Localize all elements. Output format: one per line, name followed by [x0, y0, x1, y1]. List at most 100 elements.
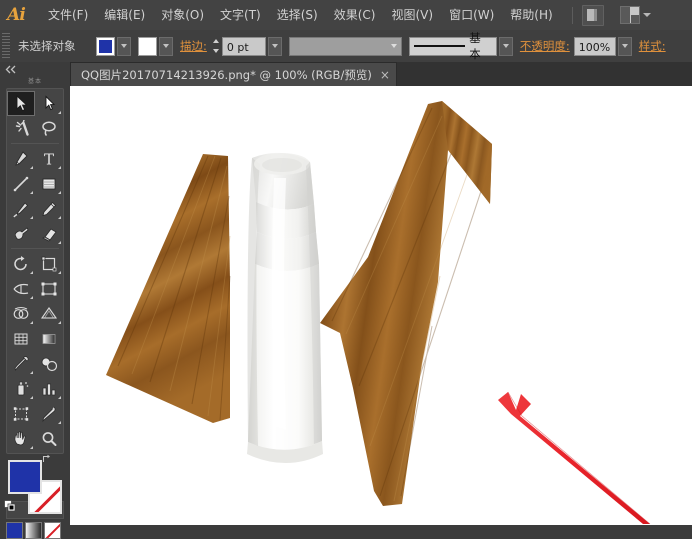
tool-symbol-sprayer[interactable] — [7, 376, 35, 401]
fill-swatch-color — [99, 39, 112, 53]
opacity-group[interactable]: 100% — [573, 36, 632, 56]
tool-magic-wand[interactable] — [7, 116, 35, 141]
tool-rotate[interactable] — [7, 251, 35, 276]
stroke-weight-label[interactable]: 描边: — [180, 38, 207, 54]
tool-gradient[interactable] — [35, 326, 63, 351]
control-bar-grip[interactable] — [2, 33, 10, 59]
tool-paintbrush[interactable] — [7, 196, 35, 221]
brush-definition-group[interactable]: 基本 — [408, 31, 513, 61]
tool-group-indicator-icon — [58, 321, 61, 324]
tool-mesh[interactable] — [7, 326, 35, 351]
menu-view[interactable]: 视图(V) — [383, 0, 441, 30]
fill-swatch-group[interactable] — [96, 36, 131, 56]
red-annotation-arrow — [498, 391, 651, 525]
tool-rectangle[interactable] — [35, 171, 63, 196]
stroke-swatch[interactable] — [138, 36, 157, 56]
stroke-weight-stepper[interactable] — [212, 37, 221, 56]
variable-width-profile-dropdown[interactable] — [288, 36, 402, 56]
zoom-magnifier-icon — [42, 431, 57, 446]
lasso-icon — [42, 120, 56, 136]
menu-type[interactable]: 文字(T) — [212, 0, 269, 30]
eraser-icon — [42, 227, 57, 241]
opacity-label[interactable]: 不透明度: — [520, 38, 570, 54]
tool-direct-selection[interactable] — [35, 91, 63, 116]
tool-blob-brush[interactable] — [7, 221, 35, 246]
blob-brush-icon — [14, 226, 29, 240]
workspace-switcher-icon[interactable] — [619, 6, 651, 24]
close-icon[interactable]: × — [380, 69, 390, 81]
tool-group-indicator-icon — [58, 216, 61, 219]
tool-group-indicator-icon — [58, 396, 61, 399]
tool-hand[interactable] — [7, 426, 35, 451]
wood-shape-right — [320, 101, 492, 506]
menu-help[interactable]: 帮助(H) — [502, 0, 560, 30]
stroke-weight-input[interactable]: 0 pt — [221, 36, 266, 56]
tool-line-segment[interactable] — [7, 171, 35, 196]
tool-divider — [11, 143, 59, 144]
default-fill-stroke-icon[interactable] — [4, 500, 16, 512]
tool-group-indicator-icon — [30, 166, 33, 169]
menu-edit[interactable]: 编辑(E) — [96, 0, 153, 30]
tool-row — [7, 401, 63, 426]
tool-eyedropper[interactable] — [7, 351, 35, 376]
tool-row — [7, 221, 63, 246]
tool-row: T — [7, 146, 63, 171]
tool-selection[interactable] — [7, 91, 35, 116]
tool-width[interactable] — [7, 276, 35, 301]
menu-object[interactable]: 对象(O) — [153, 0, 212, 30]
tool-artboard[interactable] — [7, 401, 35, 426]
brush-stroke-preview-icon — [413, 45, 466, 47]
column-graph-icon — [42, 383, 56, 395]
tool-pencil[interactable] — [35, 196, 63, 221]
swap-fill-stroke-icon[interactable] — [42, 454, 53, 465]
stroke-swatch-group[interactable] — [138, 36, 173, 56]
menu-window[interactable]: 窗口(W) — [441, 0, 502, 30]
fill-swatch[interactable] — [96, 36, 115, 56]
tool-row — [7, 351, 63, 376]
tools-panel-title: 基本 — [27, 78, 42, 85]
tool-group-indicator-icon — [30, 191, 33, 194]
control-bar: 未选择对象 描边: 0 pt 基本 不透明度: 100% 样式: — [0, 30, 692, 63]
tool-free-transform[interactable] — [35, 276, 63, 301]
menu-file[interactable]: 文件(F) — [40, 0, 96, 30]
bridge-icon[interactable] — [581, 4, 604, 26]
tool-group-indicator-icon — [30, 216, 33, 219]
tool-slice[interactable] — [35, 401, 63, 426]
tool-group-indicator-icon — [30, 296, 33, 299]
tool-type[interactable]: T — [35, 146, 63, 171]
tool-group-indicator-icon — [58, 271, 61, 274]
tools-panel-collapse-button[interactable] — [0, 62, 70, 76]
tool-row — [7, 376, 63, 401]
tool-perspective-grid[interactable] — [35, 301, 63, 326]
menu-effect[interactable]: 效果(C) — [326, 0, 384, 30]
tool-row — [7, 91, 63, 116]
brush-definition-field[interactable]: 基本 — [408, 31, 497, 61]
tool-lasso[interactable] — [35, 116, 63, 141]
tool-pen[interactable] — [7, 146, 35, 171]
document-tab[interactable]: QQ图片20170714213926.png* @ 100% (RGB/预览) … — [70, 62, 397, 86]
tool-eraser[interactable] — [35, 221, 63, 246]
opacity-dropdown-button[interactable] — [617, 36, 632, 56]
style-label[interactable]: 样式: — [639, 38, 666, 54]
opacity-input[interactable]: 100% — [573, 36, 616, 56]
artwork-svg — [106, 101, 651, 525]
stroke-dropdown-button[interactable] — [159, 36, 173, 56]
stroke-weight-group[interactable]: 0 pt — [212, 36, 282, 56]
document-tab-title: QQ图片20170714213926.png* @ 100% (RGB/预览) — [81, 67, 372, 82]
menu-select[interactable]: 选择(S) — [269, 0, 326, 30]
tool-zoom[interactable] — [35, 426, 63, 451]
fill-dropdown-button[interactable] — [117, 36, 131, 56]
chevron-down-icon — [271, 44, 278, 48]
chevron-down-icon — [390, 44, 397, 48]
tool-shape-builder[interactable] — [7, 301, 35, 326]
brush-dropdown-button[interactable] — [498, 36, 513, 56]
tool-row — [7, 301, 63, 326]
perspective-grid-icon — [40, 306, 58, 319]
tool-blend[interactable] — [35, 351, 63, 376]
tool-scale[interactable] — [35, 251, 63, 276]
stroke-weight-dropdown-button[interactable] — [267, 36, 282, 56]
document-canvas[interactable]: 搜狗指南 zhinan.sogou.com — [70, 86, 692, 525]
toolbar-fill-swatch[interactable] — [8, 460, 42, 494]
tool-column-graph[interactable] — [35, 376, 63, 401]
tool-group-indicator-icon — [30, 371, 33, 374]
